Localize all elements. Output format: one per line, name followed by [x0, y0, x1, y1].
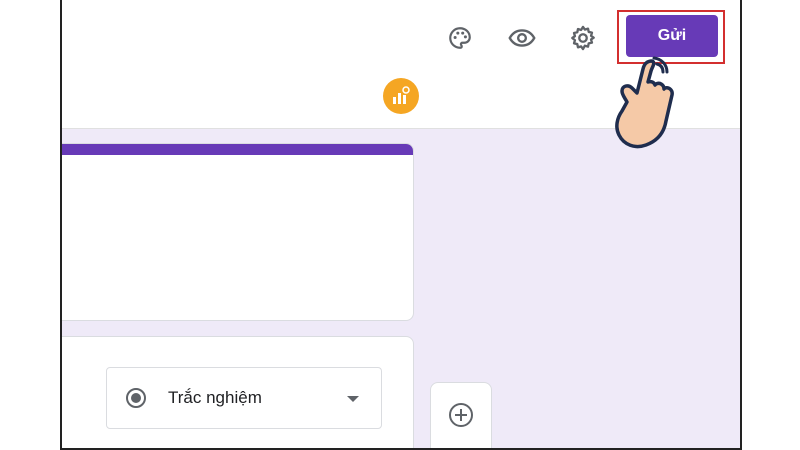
form-canvas: Trắc nghiệm [62, 129, 740, 448]
form-title-card[interactable] [62, 143, 414, 321]
dropdown-caret-icon [347, 396, 359, 402]
send-button[interactable]: Gửi [626, 15, 718, 57]
window-frame: Gửi Trắc nghiệm [60, 0, 742, 450]
settings-button[interactable] [567, 22, 599, 54]
palette-icon [449, 27, 471, 49]
radio-button-icon [126, 388, 146, 408]
floating-side-toolbar [430, 382, 492, 448]
palette-button[interactable] [444, 22, 476, 54]
watermark-logo [383, 78, 419, 114]
chart-icon [393, 86, 410, 104]
eye-icon [508, 29, 536, 47]
question-type-select[interactable]: Trắc nghiệm [106, 367, 382, 429]
question-type-label: Trắc nghiệm [168, 388, 262, 407]
add-question-icon[interactable] [447, 401, 475, 429]
pointing-hand-icon [615, 56, 674, 149]
gear-icon [571, 25, 595, 51]
preview-button[interactable] [506, 22, 538, 54]
title-card-accent [62, 144, 413, 155]
